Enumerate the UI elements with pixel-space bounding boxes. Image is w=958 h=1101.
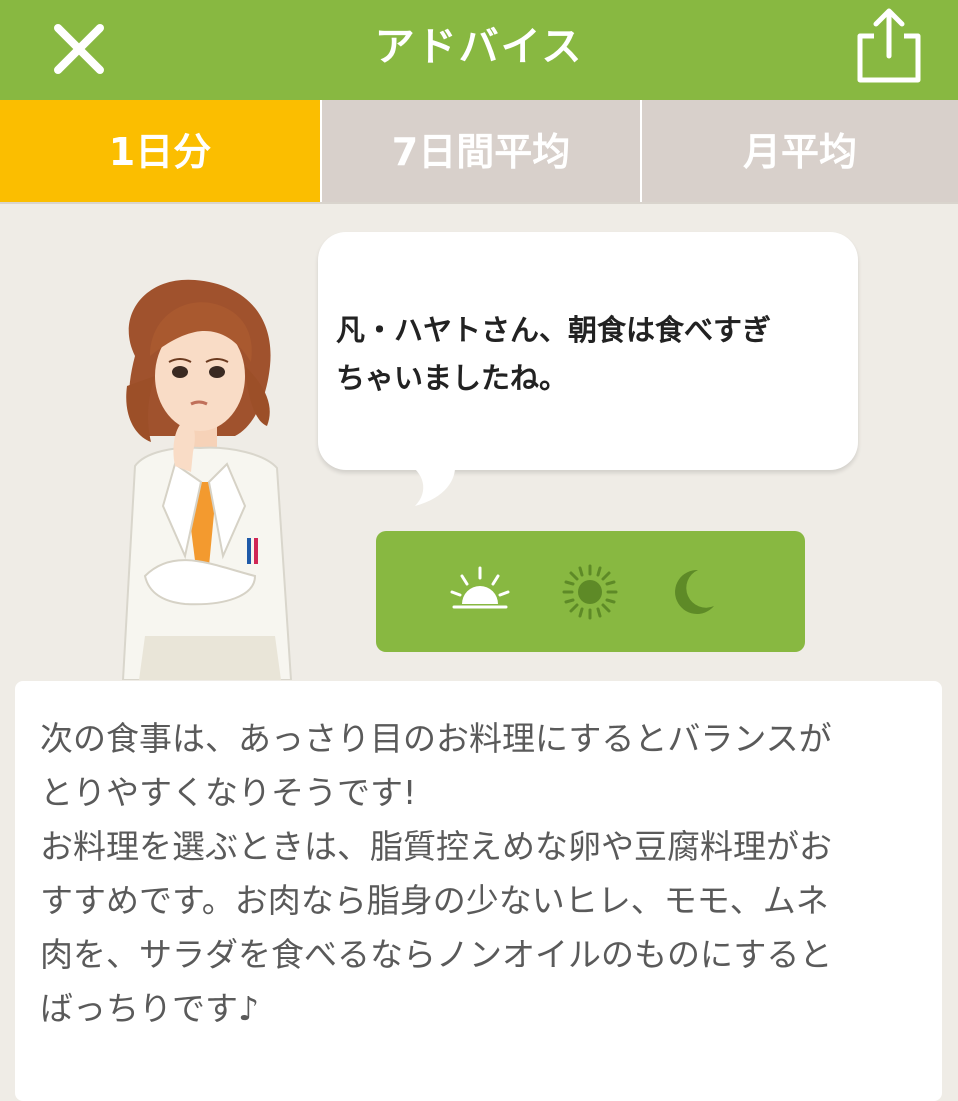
page-title: アドバイス — [374, 24, 584, 70]
advice-line: 次の食事は、あっさり目のお料理にするとバランスが — [40, 719, 832, 758]
breakfast-button[interactable] — [448, 560, 512, 624]
advice-line: 肉を、サラダを食べるならノンオイルのものにすると — [40, 935, 833, 974]
sun-icon — [562, 564, 618, 620]
advice-line: すすめです。お肉なら脂身の少ないヒレ、モモ、ムネ — [40, 881, 829, 920]
speech-bubble-tail — [405, 462, 456, 506]
lunch-button[interactable] — [558, 560, 622, 624]
advice-line: お料理を選ぶときは、脂質控えめな卵や豆腐料理がお — [40, 827, 832, 866]
moon-icon — [675, 569, 714, 614]
tabs-divider — [0, 202, 958, 204]
share-button[interactable] — [850, 6, 928, 86]
tab-1-day[interactable]: 1日分 — [0, 100, 320, 202]
dinner-button[interactable] — [662, 560, 726, 624]
advice-line: ばっちりです♪ — [40, 989, 260, 1028]
advice-text: 次の食事は、あっさり目のお料理にするとバランスが とりやすくなりそうです! お料… — [40, 712, 910, 1036]
tab-7-day-average[interactable]: 7日間平均 — [320, 100, 640, 202]
period-tabs: 1日分 7日間平均 月平均 — [0, 100, 958, 202]
sunrise-icon — [450, 566, 510, 609]
speech-bubble-line: 凡・ハヤトさん、朝食は食べすぎ — [336, 313, 772, 347]
advice-line: とりやすくなりそうです! — [40, 773, 417, 812]
speech-bubble-text: 凡・ハヤトさん、朝食は食べすぎ ちゃいましたね。 — [336, 306, 846, 402]
speech-bubble-line: ちゃいましたね。 — [336, 361, 569, 395]
tab-monthly-average[interactable]: 月平均 — [640, 100, 958, 202]
advisor-illustration — [121, 279, 293, 680]
share-icon — [857, 8, 921, 83]
